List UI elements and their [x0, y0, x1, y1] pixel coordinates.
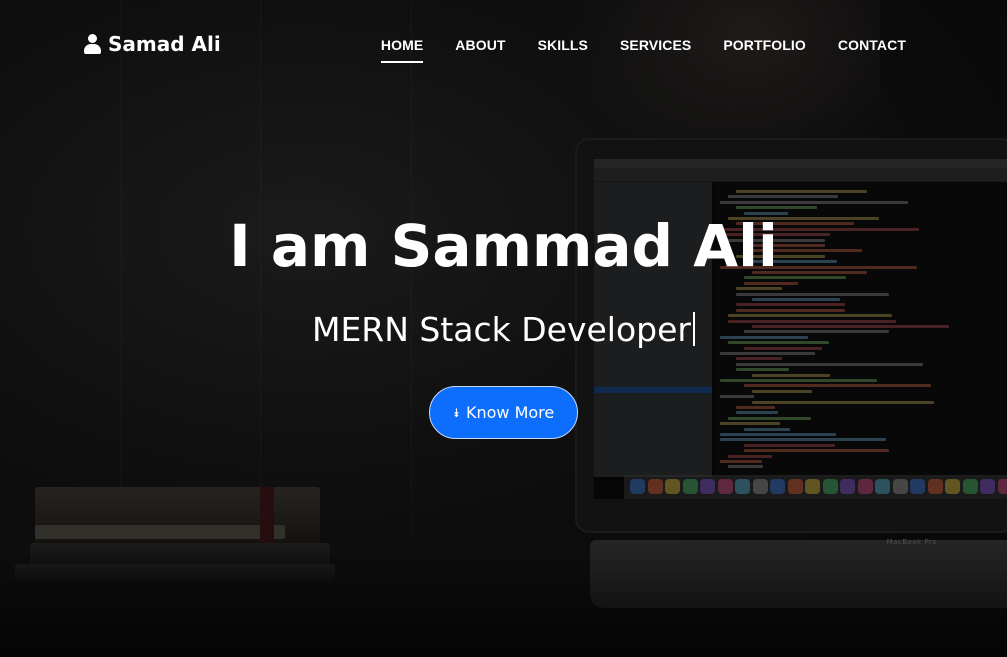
nav-item-skills[interactable]: SKILLS — [538, 37, 588, 61]
nav-item-portfolio[interactable]: PORTFOLIO — [723, 37, 806, 61]
brand-name: Samad Ali — [108, 32, 221, 56]
nav-item-services[interactable]: SERVICES — [620, 37, 691, 61]
nav-menu: HOME ABOUT SKILLS SERVICES PORTFOLIO CON… — [380, 37, 906, 63]
nav-item-about[interactable]: ABOUT — [455, 37, 505, 61]
know-more-label: Know More — [465, 403, 555, 422]
navbar: Samad Ali HOME ABOUT SKILLS SERVICES POR… — [0, 0, 1007, 90]
hero-headline: I am Sammad Ali — [229, 212, 778, 280]
nav-item-contact[interactable]: CONTACT — [838, 37, 906, 61]
user-icon — [84, 34, 101, 54]
typed-role: MERN Stack Developer — [311, 310, 691, 349]
brand-logo[interactable]: Samad Ali — [84, 32, 221, 56]
know-more-button[interactable]: ⯯ Know More — [429, 386, 578, 439]
typing-cursor — [693, 312, 695, 346]
nav-item-home[interactable]: HOME — [380, 37, 424, 63]
hero-subtitle: MERN Stack Developer — [0, 310, 1007, 349]
double-chevron-down-icon: ⯯ — [452, 405, 460, 420]
